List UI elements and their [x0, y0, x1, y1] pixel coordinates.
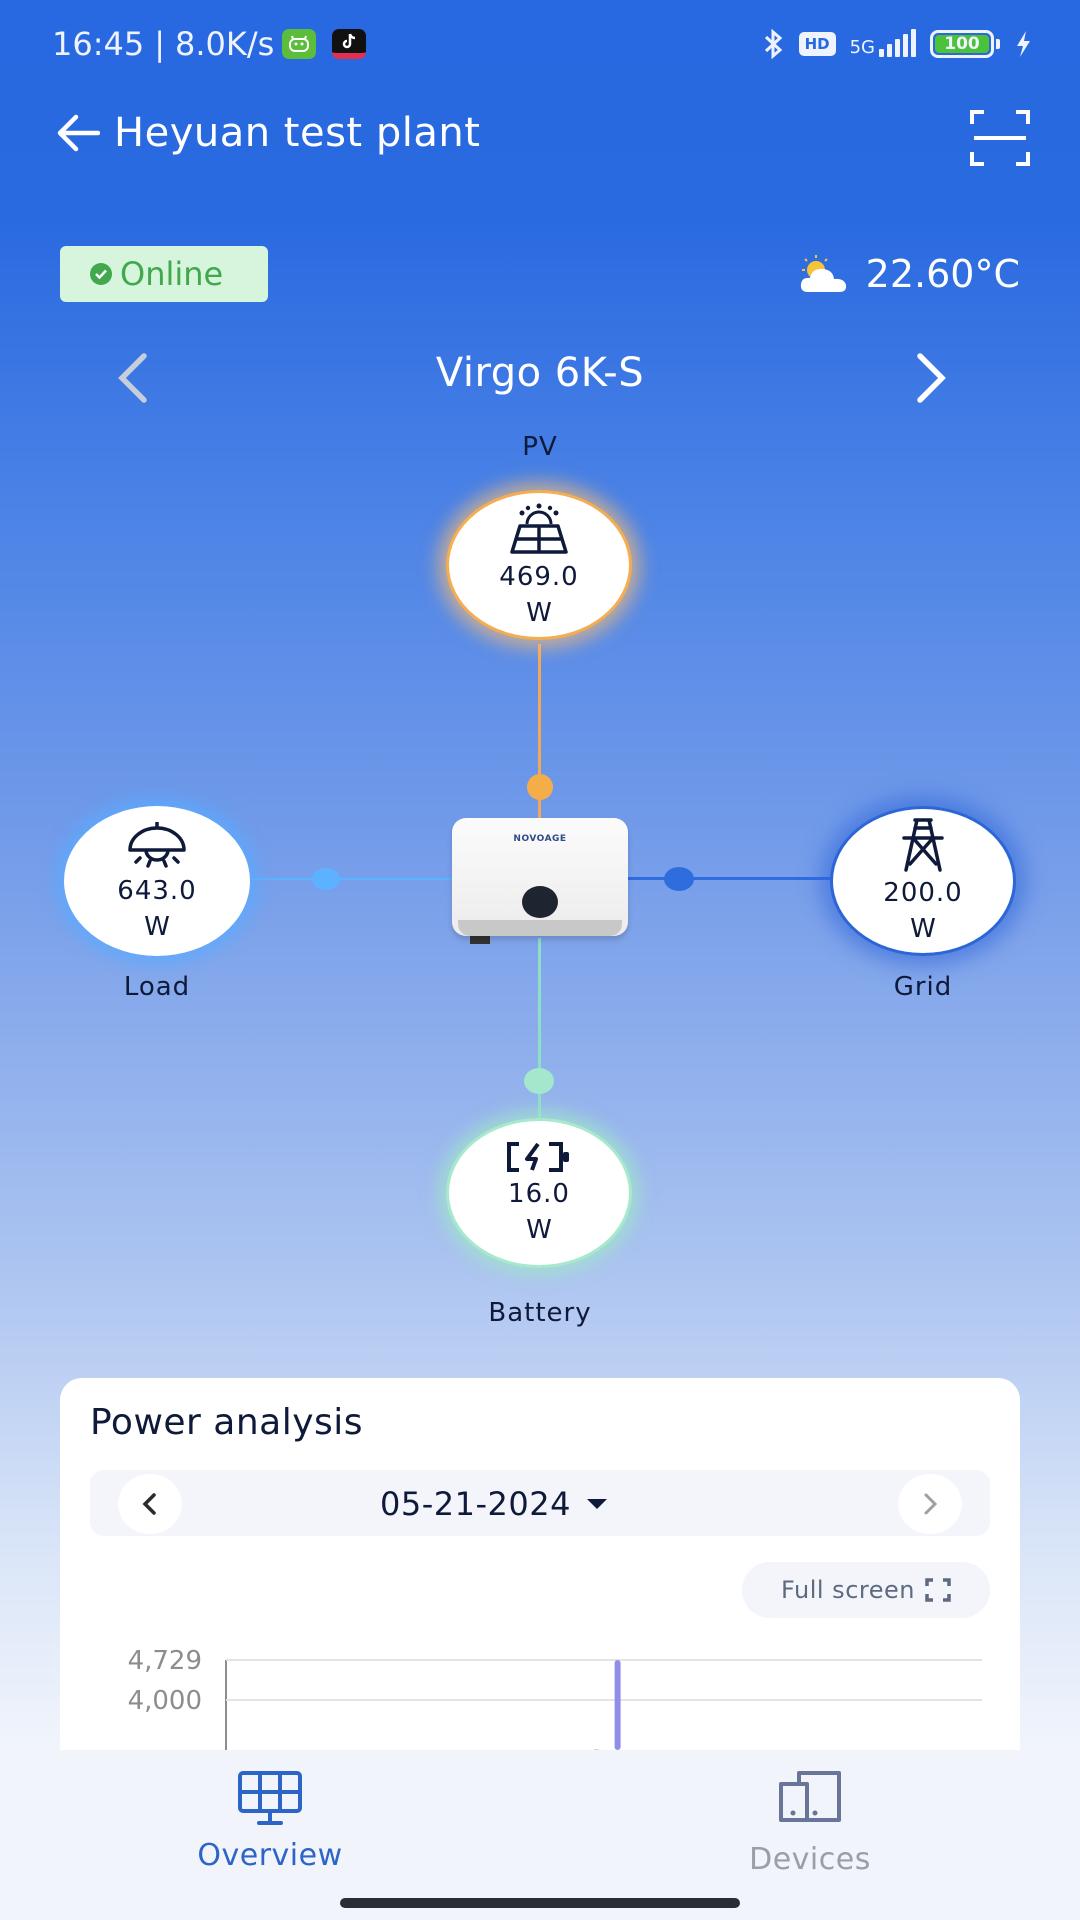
- devices-icon: [779, 1771, 841, 1822]
- battery-level: 100: [935, 34, 989, 54]
- nav-devices[interactable]: Devices: [680, 1770, 940, 1877]
- battery-node[interactable]: 16.0 W: [446, 1118, 632, 1268]
- inverter-display: [522, 886, 558, 918]
- chart-bar-series-purple: [614, 1660, 621, 1750]
- inverter-brand: NOVOAGE: [513, 834, 567, 844]
- status-separator: |: [154, 25, 165, 63]
- home-indicator[interactable]: [340, 1898, 740, 1908]
- network-type: 5G: [849, 37, 875, 58]
- arrow-left-icon: [57, 114, 100, 152]
- wechat-app-icon: [282, 29, 317, 59]
- back-button[interactable]: [52, 108, 102, 158]
- selected-date: 05-21-2024: [380, 1485, 571, 1523]
- pv-value: 469.0: [499, 562, 579, 592]
- grid-unit: W: [910, 914, 936, 944]
- expand-icon: [925, 1578, 951, 1602]
- battery-unit: W: [526, 1215, 552, 1245]
- temperature: 22.60°C: [865, 252, 1020, 296]
- power-analysis-title: Power analysis: [90, 1402, 364, 1443]
- battery-value: 16.0: [508, 1179, 570, 1209]
- weather: 22.60°C: [796, 246, 1020, 302]
- status-time: 16:45: [52, 25, 145, 63]
- status-bar-right: HD 5G 100: [761, 24, 1032, 64]
- battery-flow-dot: [524, 1068, 554, 1094]
- scan-icon: [970, 110, 1030, 166]
- check-circle-icon: [90, 263, 112, 285]
- bluetooth-icon: [764, 29, 782, 59]
- scan-button[interactable]: [968, 108, 1032, 168]
- full-screen-label: Full screen: [781, 1576, 915, 1604]
- online-status-text: Online: [120, 255, 224, 293]
- grid-node[interactable]: 200.0 W: [830, 806, 1016, 956]
- load-unit: W: [144, 912, 170, 942]
- online-status-badge: Online: [60, 246, 268, 302]
- previous-date-button[interactable]: [118, 1474, 182, 1534]
- battery-label: Battery: [488, 1298, 592, 1328]
- solar-grid-icon: [238, 1771, 302, 1825]
- signal-icon: [879, 29, 916, 57]
- load-node[interactable]: 643.0 W: [64, 806, 250, 956]
- chevron-right-icon: [924, 1493, 938, 1515]
- next-date-button[interactable]: [898, 1474, 962, 1534]
- partly-cloudy-icon: [800, 255, 846, 292]
- date-dropdown[interactable]: 05-21-2024: [380, 1482, 607, 1526]
- grid-value: 200.0: [883, 878, 963, 908]
- ceiling-lamp-icon: [128, 822, 186, 868]
- solar-panel-icon: [510, 503, 568, 554]
- caret-down-icon: [586, 1499, 607, 1509]
- status-net-speed: 8.0K/s: [175, 25, 275, 63]
- grid-flow-line: [628, 877, 832, 880]
- tiktok-app-icon: [332, 29, 367, 59]
- power-tower-icon: [902, 818, 944, 872]
- grid-label: Grid: [893, 972, 953, 1002]
- next-device-button[interactable]: [906, 348, 956, 408]
- power-chart: 4,729 4,000: [128, 1646, 982, 1750]
- chevron-left-icon: [142, 1493, 156, 1515]
- full-screen-button[interactable]: Full screen: [742, 1562, 990, 1618]
- pv-label: PV: [522, 432, 558, 462]
- page-title: Heyuan test plant: [114, 110, 481, 156]
- pv-unit: W: [526, 598, 552, 628]
- grid-flow-dot: [664, 867, 694, 891]
- load-label: Load: [123, 972, 191, 1002]
- charging-icon: [1017, 31, 1030, 57]
- battery-charging-icon: [507, 1142, 569, 1172]
- pv-flow-dot: [527, 774, 553, 800]
- load-value: 643.0: [117, 876, 197, 906]
- status-bar-left: 16:45 | 8.0K/s: [52, 22, 367, 66]
- chevron-right-icon: [917, 353, 946, 403]
- header: Heyuan test plant: [52, 108, 480, 158]
- pv-node[interactable]: 469.0 W: [446, 490, 632, 640]
- y-tick-label: 4,729: [128, 1646, 202, 1676]
- nav-devices-label: Devices: [749, 1842, 871, 1877]
- nav-overview-label: Overview: [197, 1838, 343, 1873]
- load-flow-dot: [312, 868, 340, 890]
- y-tick-label: 4,000: [128, 1686, 202, 1716]
- battery-icon: 100: [930, 30, 1000, 58]
- hd-icon: HD: [798, 32, 836, 56]
- nav-overview[interactable]: Overview: [140, 1770, 400, 1873]
- inverter-image[interactable]: NOVOAGE: [452, 818, 628, 944]
- load-flow-line: [250, 878, 452, 880]
